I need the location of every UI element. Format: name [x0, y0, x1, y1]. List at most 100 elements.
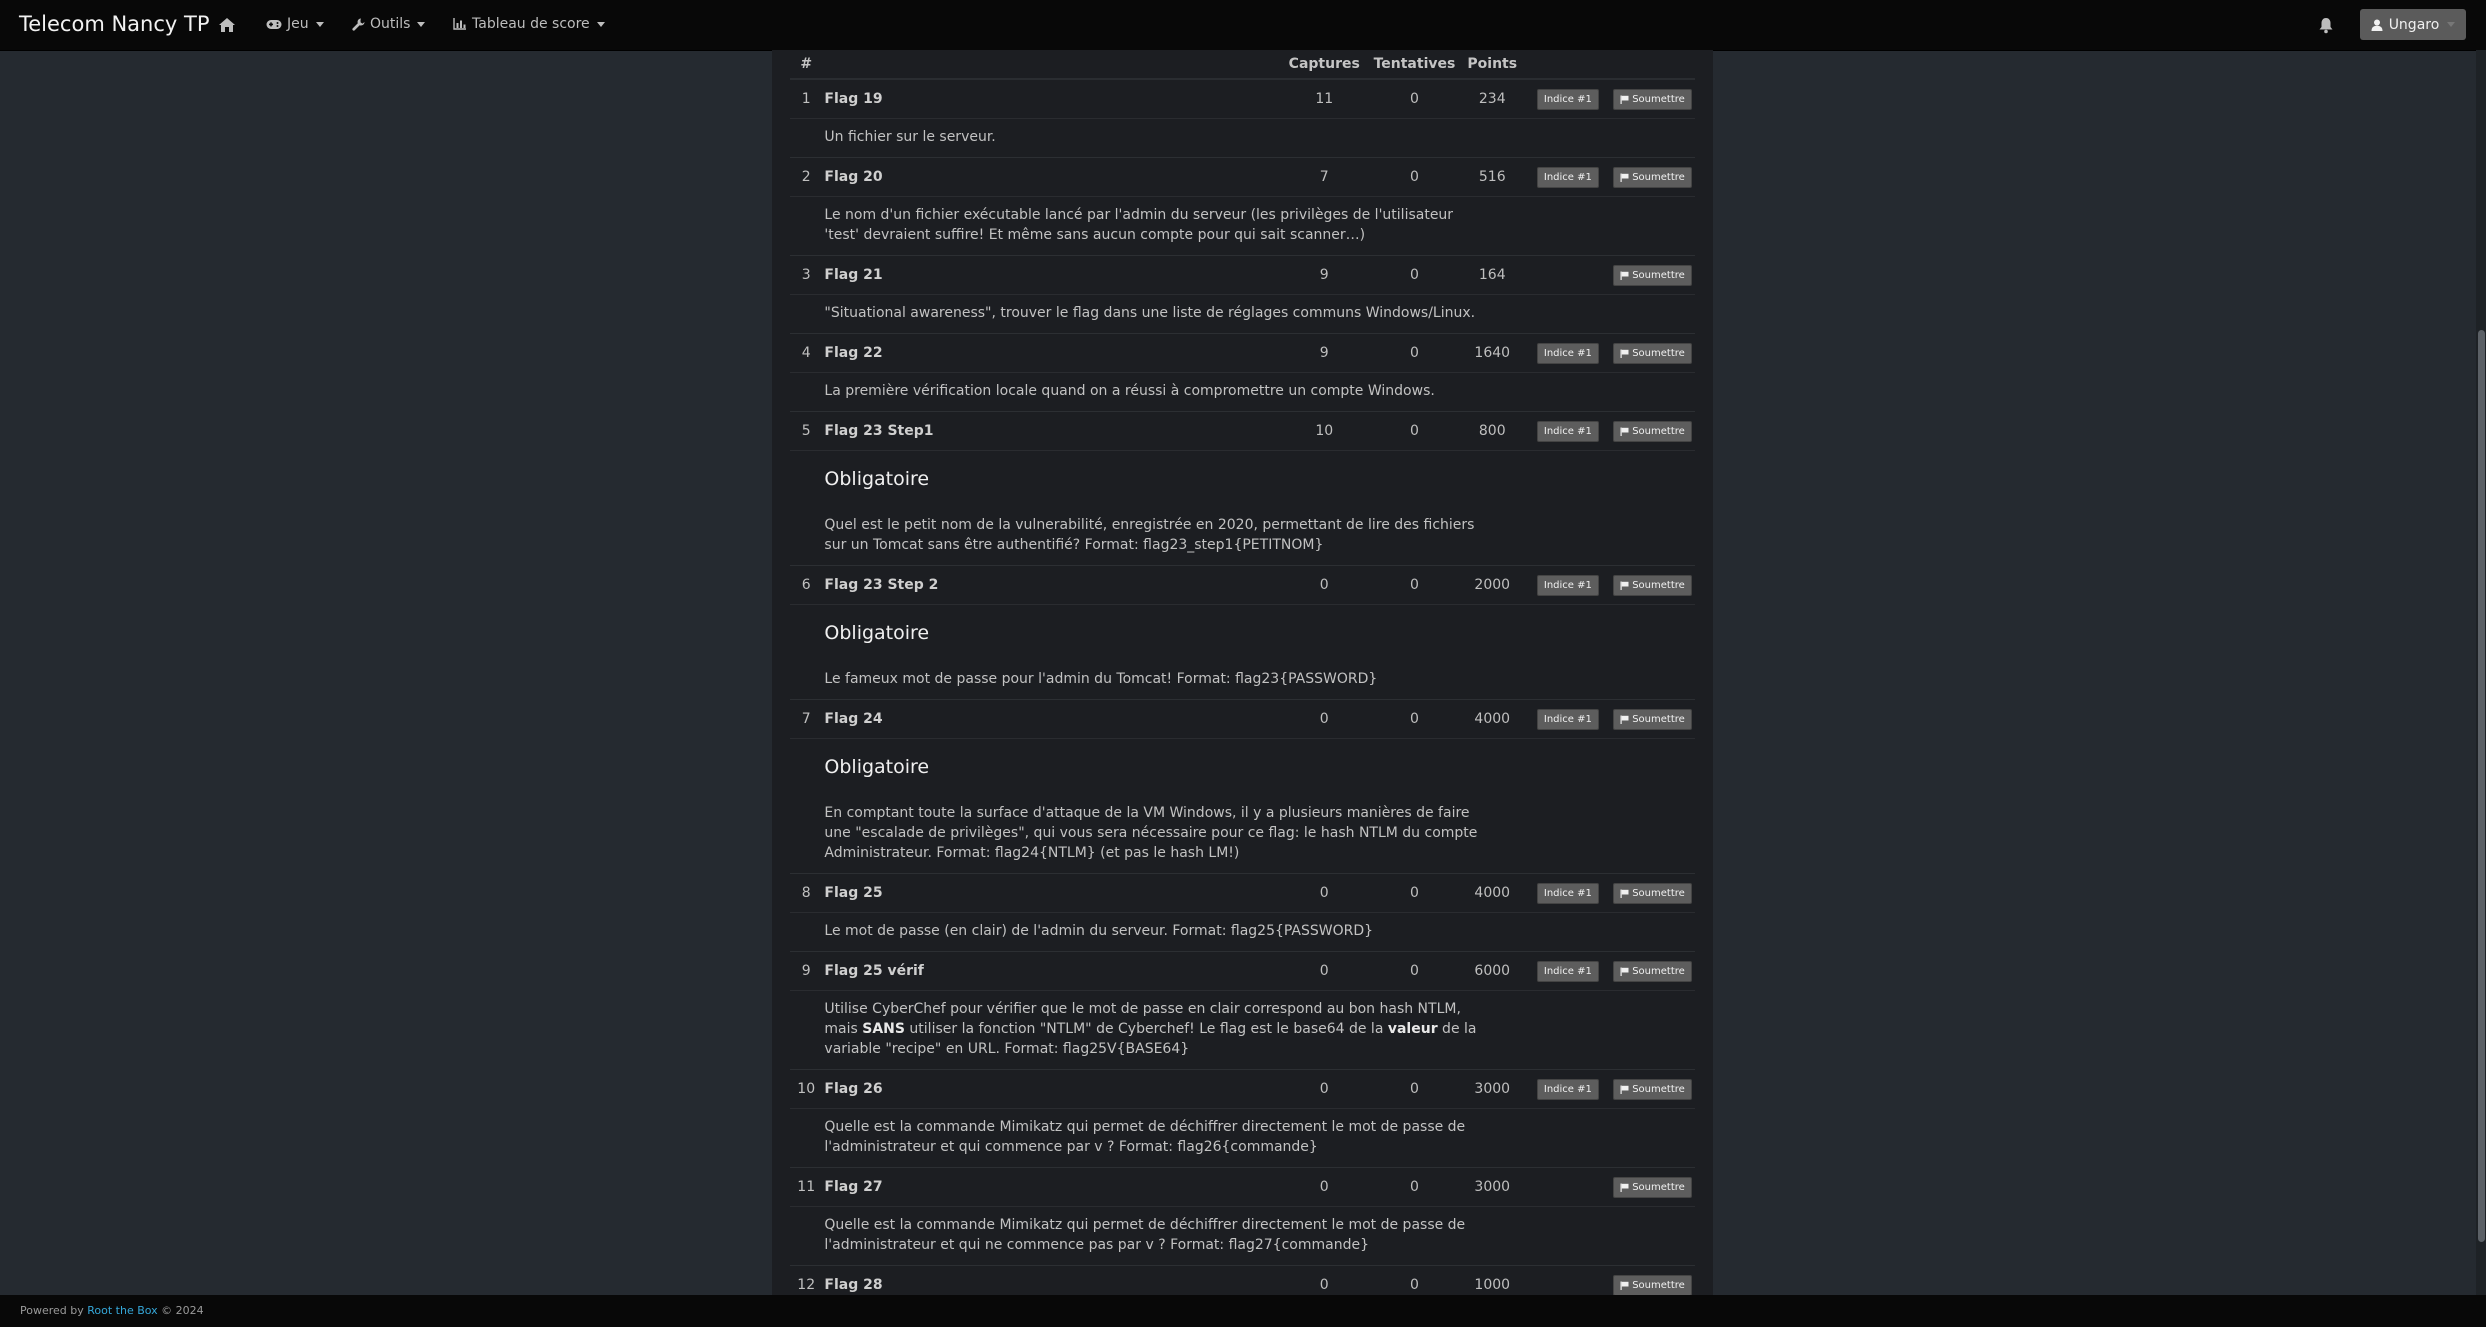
- submit-button[interactable]: Soumettre: [1613, 882, 1692, 904]
- submit-label: Soumettre: [1632, 579, 1685, 591]
- flag-points: 164: [1458, 255, 1526, 295]
- table-row: 5 Flag 23 Step1 10 0 800 Indice #1 Soumettre: [790, 411, 1695, 451]
- submit-button[interactable]: Soumettre: [1613, 1176, 1692, 1198]
- table-row: 4 Flag 22 9 0 1640 Indice #1 Soumettre: [790, 333, 1695, 373]
- submit-label: Soumettre: [1632, 93, 1685, 105]
- submit-cell: Soumettre: [1610, 411, 1695, 451]
- page-scrollbar-thumb[interactable]: [2478, 330, 2485, 1242]
- flag-points: 3000: [1458, 1167, 1526, 1207]
- flag-description: Utilise CyberChef pour vérifier que le m…: [824, 999, 1484, 1059]
- submit-cell: Soumettre: [1610, 1069, 1695, 1109]
- flag-attempts: 0: [1370, 1265, 1459, 1295]
- flag-description: Quelle est la commande Mimikatz qui perm…: [824, 1119, 1466, 1155]
- flag-attempts: 0: [1370, 951, 1459, 991]
- flag-icon: [1620, 1085, 1629, 1094]
- table-row: 1 Flag 19 11 0 234 Indice #1 Soumettre: [790, 78, 1695, 119]
- flag-attempts: 0: [1370, 255, 1459, 295]
- gamepad-icon: [266, 19, 282, 29]
- nav-menu-tableau-de-score[interactable]: Tableau de score: [453, 16, 605, 32]
- user-menu-button[interactable]: Ungaro: [2360, 9, 2466, 40]
- hint-cell: Indice #1: [1525, 157, 1610, 197]
- submit-cell: Soumettre: [1610, 333, 1695, 373]
- flag-points: 800: [1458, 411, 1526, 451]
- flag-captures: 0: [1278, 1265, 1371, 1295]
- submit-button[interactable]: Soumettre: [1613, 342, 1692, 364]
- nav-menu-jeu[interactable]: Jeu: [266, 16, 324, 32]
- flag-attempts: 0: [1370, 1069, 1459, 1109]
- flag-captures: 9: [1278, 255, 1371, 295]
- hint-cell: Indice #1: [1525, 565, 1610, 605]
- flag-attempts: 0: [1370, 699, 1459, 739]
- submit-button[interactable]: Soumettre: [1613, 1274, 1692, 1295]
- table-row-description: Obligatoire Le fameux mot de passe pour l…: [790, 604, 1695, 700]
- flags-panel: # Captures Tentatives Points 1 Flag 19 11 0…: [772, 50, 1713, 1295]
- hint-cell: Indice #1: [1525, 78, 1610, 119]
- nav-menu-label: Outils: [370, 16, 411, 32]
- flag-captures: 0: [1278, 1069, 1371, 1109]
- nav-menu-label: Tableau de score: [472, 16, 590, 32]
- footer-link[interactable]: Root the Box: [87, 1304, 157, 1317]
- submit-button[interactable]: Soumettre: [1613, 264, 1692, 286]
- submit-cell: Soumettre: [1610, 1167, 1695, 1207]
- flag-points: 2000: [1458, 565, 1526, 605]
- flag-name: Flag 23 Step 2: [822, 565, 1279, 605]
- description-block: La première vérification locale quand on…: [822, 373, 1484, 411]
- flag-attempts: 0: [1370, 1167, 1459, 1207]
- hint-button[interactable]: Indice #1: [1536, 166, 1599, 188]
- flag-name: Flag 25: [822, 873, 1279, 913]
- hint-cell: [1525, 1167, 1610, 1207]
- submit-button[interactable]: Soumettre: [1613, 88, 1692, 110]
- hint-button[interactable]: Indice #1: [1536, 708, 1599, 730]
- submit-cell: Soumettre: [1610, 565, 1695, 605]
- table-row-description: Obligatoire En comptant toute la surface …: [790, 738, 1695, 874]
- flag-description: La première vérification locale quand on…: [824, 383, 1435, 399]
- flag-points: 1000: [1458, 1265, 1526, 1295]
- flag-captures: 0: [1278, 1167, 1371, 1207]
- flag-icon: [1620, 349, 1629, 358]
- col-header-name: [822, 50, 1279, 80]
- caret-down-icon: [417, 21, 426, 27]
- submit-button[interactable]: Soumettre: [1613, 166, 1692, 188]
- submit-button[interactable]: Soumettre: [1613, 1078, 1692, 1100]
- flag-number: 4: [790, 333, 823, 373]
- hint-button[interactable]: Indice #1: [1536, 88, 1599, 110]
- submit-cell: Soumettre: [1610, 873, 1695, 913]
- table-row: 9 Flag 25 vérif 0 0 6000 Indice #1 Soumettre: [790, 951, 1695, 991]
- table-row-description: Le nom d'un fichier exécutable lancé par…: [790, 196, 1695, 256]
- hint-button[interactable]: Indice #1: [1536, 342, 1599, 364]
- col-header-captures: Captures: [1278, 50, 1371, 80]
- flag-description: Quel est le petit nom de la vulnerabilit…: [824, 517, 1475, 553]
- caret-down-icon: [315, 21, 324, 27]
- flag-captures: 10: [1278, 411, 1371, 451]
- page-footer: Powered by Root the Box © 2024: [0, 1295, 2486, 1327]
- footer-suffix: © 2024: [157, 1304, 204, 1317]
- brand-title[interactable]: Telecom Nancy TP: [19, 12, 210, 36]
- col-header-points: Points: [1458, 50, 1526, 80]
- submit-button[interactable]: Soumettre: [1613, 420, 1692, 442]
- flag-description: Un fichier sur le serveur.: [824, 129, 996, 145]
- hint-button[interactable]: Indice #1: [1536, 960, 1599, 982]
- submit-button[interactable]: Soumettre: [1613, 574, 1692, 596]
- hint-button[interactable]: Indice #1: [1536, 574, 1599, 596]
- table-row-description: "Situational awareness", trouver le flag…: [790, 294, 1695, 334]
- hint-cell: Indice #1: [1525, 951, 1610, 991]
- flag-attempts: 0: [1370, 873, 1459, 913]
- hint-cell: [1525, 1265, 1610, 1295]
- flag-number: 9: [790, 951, 823, 991]
- nav-menu-outils[interactable]: Outils: [352, 16, 426, 32]
- submit-button[interactable]: Soumettre: [1613, 708, 1692, 730]
- table-row: 10 Flag 26 0 0 3000 Indice #1 Soumettre: [790, 1069, 1695, 1109]
- description-block: Quelle est la commande Mimikatz qui perm…: [822, 1109, 1484, 1167]
- mandatory-label: Obligatoire: [824, 468, 930, 490]
- flag-captures: 7: [1278, 157, 1371, 197]
- hint-button[interactable]: Indice #1: [1536, 420, 1599, 442]
- submit-button[interactable]: Soumettre: [1613, 960, 1692, 982]
- bell-icon[interactable]: [2318, 17, 2334, 34]
- submit-label: Soumettre: [1632, 425, 1685, 437]
- flag-captures: 0: [1278, 873, 1371, 913]
- hint-button[interactable]: Indice #1: [1536, 882, 1599, 904]
- hint-button[interactable]: Indice #1: [1536, 1078, 1599, 1100]
- flag-icon: [1620, 715, 1629, 724]
- submit-cell: Soumettre: [1610, 255, 1695, 295]
- home-icon[interactable]: [218, 17, 236, 33]
